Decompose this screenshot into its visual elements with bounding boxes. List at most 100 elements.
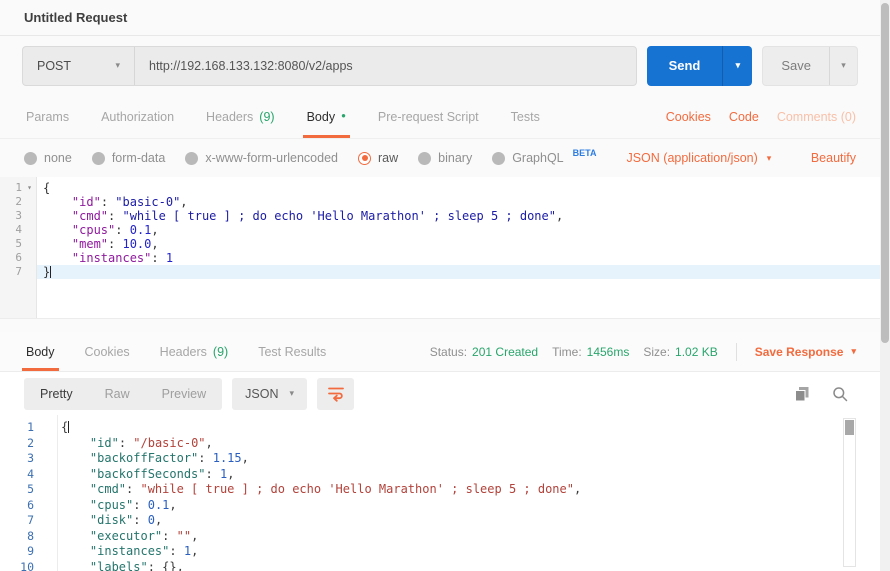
tab-authorization[interactable]: Authorization (99, 95, 176, 138)
tab-params[interactable]: Params (24, 95, 71, 138)
response-tabs: Body Cookies Headers (9) Test Results (24, 332, 328, 371)
code-line: 9 "instances": 1, (0, 544, 880, 560)
response-tab-headers[interactable]: Headers (9) (158, 332, 231, 371)
tab-pre-request-script[interactable]: Pre-request Script (376, 95, 481, 138)
fold-spacer (44, 467, 57, 483)
fold-spacer (22, 237, 37, 251)
response-scrollbar-thumb[interactable] (845, 420, 854, 435)
body-type-form-data[interactable]: form-data (92, 151, 166, 165)
save-response-button[interactable]: Save Response ▾ (755, 345, 856, 359)
window-scrollbar-thumb[interactable] (881, 3, 889, 343)
tab-label: Cookies (85, 345, 130, 359)
line-number: 6 (0, 498, 44, 514)
save-button-label: Save (763, 47, 829, 85)
body-type-none[interactable]: none (24, 151, 72, 165)
line-number: 3 (0, 209, 22, 223)
line-number: 1 (0, 420, 44, 436)
view-pretty[interactable]: Pretty (24, 378, 89, 410)
postman-request-window: Untitled Request POST ▾ Send ▾ Save ▾ Pa… (0, 0, 880, 571)
tab-count-badge: (9) (213, 345, 228, 359)
tab-tests[interactable]: Tests (509, 95, 542, 138)
status-label: Status: (430, 345, 467, 359)
radio-label: raw (378, 151, 398, 165)
code-line: 2 "id": "basic-0", (0, 195, 880, 209)
line-number: 7 (0, 513, 44, 529)
view-raw[interactable]: Raw (89, 378, 146, 410)
response-tab-cookies[interactable]: Cookies (83, 332, 132, 371)
beta-badge: BETA (573, 148, 597, 158)
save-dropdown[interactable]: ▾ (829, 47, 857, 85)
url-input[interactable] (135, 47, 636, 85)
tab-label: Test Results (258, 345, 326, 359)
request-tab-links: Cookies Code Comments (0) (666, 95, 856, 138)
method-select[interactable]: POST ▾ (23, 47, 135, 85)
fold-spacer (44, 451, 57, 467)
body-type-graphql[interactable]: GraphQLBETA (492, 151, 596, 165)
fold-spacer (44, 560, 57, 571)
code-content: "id": "/basic-0", (57, 436, 880, 452)
radio-icon (92, 152, 105, 165)
copy-button[interactable] (794, 386, 810, 402)
link-cookies[interactable]: Cookies (666, 110, 711, 124)
copy-icon (794, 386, 810, 402)
fold-spacer (22, 209, 37, 223)
line-number: 8 (0, 529, 44, 545)
time-value: 1456ms (587, 345, 630, 359)
request-editor[interactable]: 1▾{2 "id": "basic-0",3 "cmd": "while [ t… (0, 177, 880, 319)
chevron-down-icon: ▾ (767, 153, 772, 164)
content-type-select[interactable]: JSON (application/json) ▾ (626, 151, 771, 165)
tab-label: Body (307, 110, 336, 124)
line-number: 5 (0, 482, 44, 498)
radio-label: binary (438, 151, 472, 165)
send-dropdown[interactable]: ▾ (722, 46, 752, 86)
response-scrollbar[interactable] (843, 418, 856, 567)
radio-label: none (44, 151, 72, 165)
response-editor[interactable]: 1{2 "id": "/basic-0",3 "backoffFactor": … (0, 415, 880, 571)
wrap-text-button[interactable] (317, 378, 354, 410)
tab-headers[interactable]: Headers(9) (204, 95, 277, 138)
radio-label: x-www-form-urlencoded (205, 151, 338, 165)
tab-label: Params (26, 110, 69, 124)
search-icon (832, 386, 848, 402)
save-response-label: Save Response (755, 345, 844, 359)
chevron-down-icon: ▾ (115, 60, 120, 71)
beautify-link[interactable]: Beautify (811, 151, 856, 165)
body-type-raw[interactable]: raw (358, 151, 398, 165)
url-group: POST ▾ (22, 46, 637, 86)
code-line: 2 "id": "/basic-0", (0, 436, 880, 452)
code-content: "labels": {}, (57, 560, 880, 571)
size-value: 1.02 KB (675, 345, 718, 359)
status-pair: Status: 201 Created (430, 345, 538, 359)
body-type-x-www-form-urlencoded[interactable]: x-www-form-urlencoded (185, 151, 338, 165)
code-line: 4 "cpus": 0.1, (0, 223, 880, 237)
link-code[interactable]: Code (729, 110, 759, 124)
code-content: "backoffFactor": 1.15, (57, 451, 880, 467)
radio-icon (418, 152, 431, 165)
green-dot-icon: ● (341, 112, 346, 120)
view-preview[interactable]: Preview (146, 378, 222, 410)
save-button[interactable]: Save ▾ (762, 46, 858, 86)
tab-count-badge: (9) (259, 110, 274, 124)
format-select[interactable]: JSON ▾ (232, 378, 307, 410)
fold-caret-icon[interactable]: ▾ (22, 181, 37, 195)
window-scrollbar[interactable] (880, 0, 890, 571)
send-button[interactable]: Send ▾ (647, 46, 753, 86)
code-content: } (37, 265, 880, 279)
code-line: 5 "cmd": "while [ true ] ; do echo 'Hell… (0, 482, 880, 498)
text-cursor (68, 421, 69, 433)
response-tab-test-results[interactable]: Test Results (256, 332, 328, 371)
fold-spacer (44, 529, 57, 545)
fold-spacer (44, 513, 57, 529)
code-line: 3 "backoffFactor": 1.15, (0, 451, 880, 467)
search-button[interactable] (832, 386, 848, 402)
chevron-down-icon: ▾ (289, 388, 294, 399)
response-meta-row: Body Cookies Headers (9) Test Results Status… (0, 332, 880, 372)
tab-body[interactable]: Body ● (305, 95, 348, 138)
page-title: Untitled Request (24, 10, 127, 25)
body-type-binary[interactable]: binary (418, 151, 472, 165)
response-tab-body[interactable]: Body (24, 332, 57, 371)
radio-label: form-data (112, 151, 166, 165)
tab-label: Headers (160, 345, 207, 359)
code-content: "backoffSeconds": 1, (57, 467, 880, 483)
link-comments-0[interactable]: Comments (0) (777, 110, 856, 124)
